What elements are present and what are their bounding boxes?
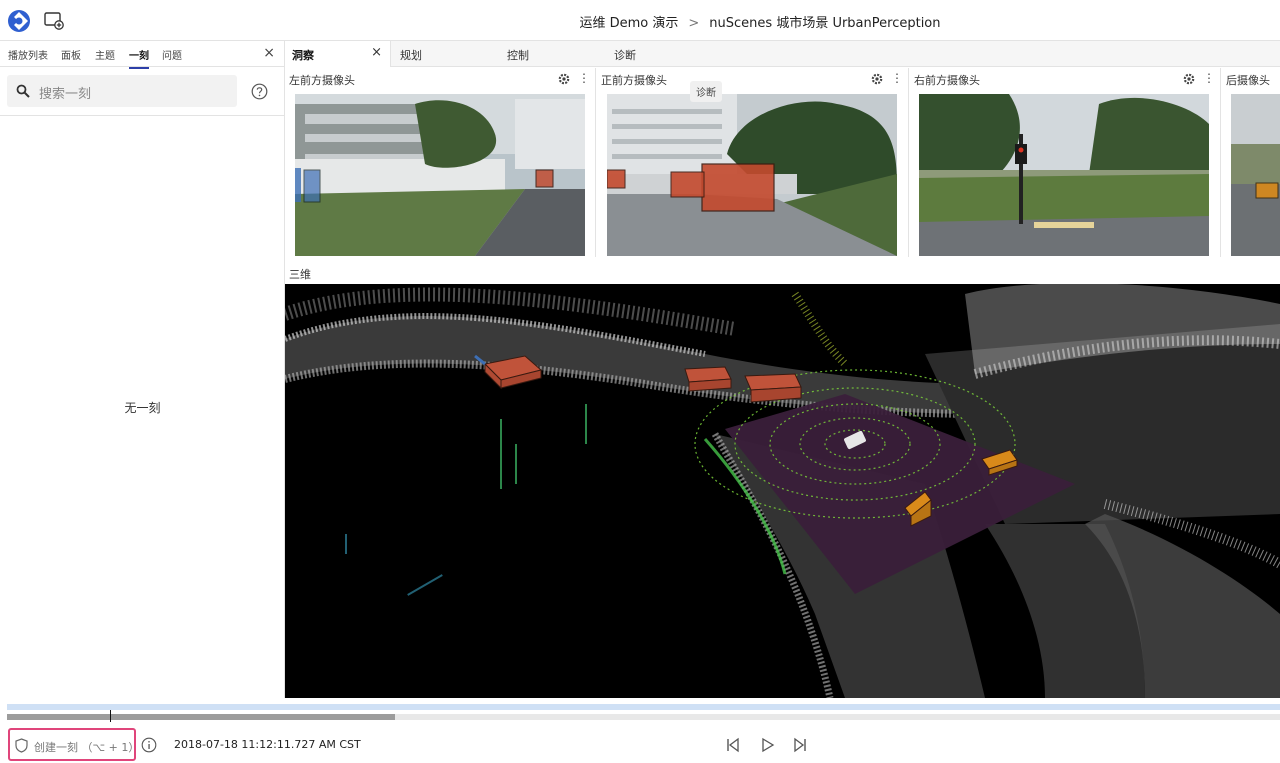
camera-title: 右前方摄像头 <box>914 74 980 87</box>
gear-icon[interactable] <box>871 73 883 85</box>
sidebar-tab-panels[interactable]: 面板 <box>61 47 81 62</box>
camera-panel-front-right: 右前方摄像头 ⋮ <box>910 68 1221 257</box>
3d-viewport[interactable] <box>285 284 1280 698</box>
create-moment-button[interactable]: 创建一刻 （⌥ + 1） <box>8 728 140 761</box>
search-icon <box>16 84 30 98</box>
camera-image <box>1231 94 1280 256</box>
timeline-range <box>7 704 1280 710</box>
sidebar-tabs: 播放列表 面板 主题 一刻 问题 × <box>0 41 284 69</box>
breadcrumb-current[interactable]: nuScenes 城市场景 UrbanPerception <box>709 16 940 31</box>
tooltip: 诊断 <box>690 81 722 102</box>
camera-title: 后摄像头 <box>1226 74 1270 87</box>
camera-panel-front-left: 左前方摄像头 ⋮ <box>285 68 596 257</box>
layout-tabs: 洞察 × 规划 控制 诊断 <box>285 41 1280 67</box>
play-icon[interactable] <box>759 736 777 754</box>
tab-planning[interactable]: 规划 <box>400 41 422 67</box>
gear-icon[interactable] <box>558 73 570 85</box>
divider <box>0 115 284 116</box>
main-workspace: 洞察 × 规划 控制 诊断 左前方摄像头 ⋮ 正前方摄像头 ⋮ 右前方摄像头 ⋮… <box>285 41 1280 698</box>
skip-forward-icon[interactable] <box>791 736 809 754</box>
timeline-buffered <box>7 714 396 720</box>
close-icon[interactable]: × <box>263 45 275 61</box>
camera-panel-front: 正前方摄像头 ⋮ <box>597 68 909 257</box>
more-options-icon[interactable]: ⋮ <box>1203 71 1215 85</box>
search-input[interactable]: 搜索一刻 <box>7 75 237 107</box>
sidebar-tab-topics[interactable]: 主题 <box>95 47 115 62</box>
camera-panel-rear: 后摄像头 <box>1222 68 1280 257</box>
camera-image <box>919 94 1209 256</box>
camera-image <box>295 94 585 256</box>
current-timestamp: 2018-07-18 11:12:11.727 AM CST <box>174 738 361 751</box>
left-sidebar: 播放列表 面板 主题 一刻 问题 × 搜索一刻 无一刻 <box>0 41 285 698</box>
camera-title: 正前方摄像头 <box>601 74 667 87</box>
sidebar-tab-moments[interactable]: 一刻 <box>129 47 149 69</box>
gear-icon[interactable] <box>1183 73 1195 85</box>
empty-state-message: 无一刻 <box>124 401 161 415</box>
sidebar-tab-issues[interactable]: 问题 <box>162 47 182 62</box>
timeline-playhead[interactable] <box>110 710 112 722</box>
close-icon[interactable]: × <box>371 45 382 60</box>
tab-label: 洞察 <box>292 49 314 62</box>
3d-view-title: 三维 <box>289 268 311 281</box>
more-options-icon[interactable]: ⋮ <box>891 71 903 85</box>
app-window: 运维 Demo 演示 > nuScenes 城市场景 UrbanPerception… <box>0 0 1280 763</box>
tab-diagnostics[interactable]: 诊断 <box>614 41 636 67</box>
breadcrumb: 运维 Demo 演示 > nuScenes 城市场景 UrbanPerception <box>0 12 1280 31</box>
help-icon[interactable] <box>251 83 268 100</box>
playback-timeline[interactable] <box>7 704 1280 722</box>
search-placeholder: 搜索一刻 <box>39 87 92 102</box>
camera-title: 左前方摄像头 <box>289 74 355 87</box>
info-icon[interactable] <box>141 737 157 753</box>
breadcrumb-separator: > <box>688 16 700 31</box>
tab-control[interactable]: 控制 <box>507 41 529 67</box>
top-bar: 运维 Demo 演示 > nuScenes 城市场景 UrbanPerception <box>0 0 1280 41</box>
create-moment-label: 创建一刻 （⌥ + 1） <box>34 741 140 754</box>
sidebar-tab-playlist[interactable]: 播放列表 <box>8 47 48 62</box>
camera-image <box>607 94 897 256</box>
skip-back-icon[interactable] <box>724 736 742 754</box>
breadcrumb-root[interactable]: 运维 Demo 演示 <box>580 16 679 31</box>
shield-icon <box>15 738 28 753</box>
more-options-icon[interactable]: ⋮ <box>578 71 590 85</box>
tab-insight[interactable]: 洞察 × <box>285 41 391 67</box>
